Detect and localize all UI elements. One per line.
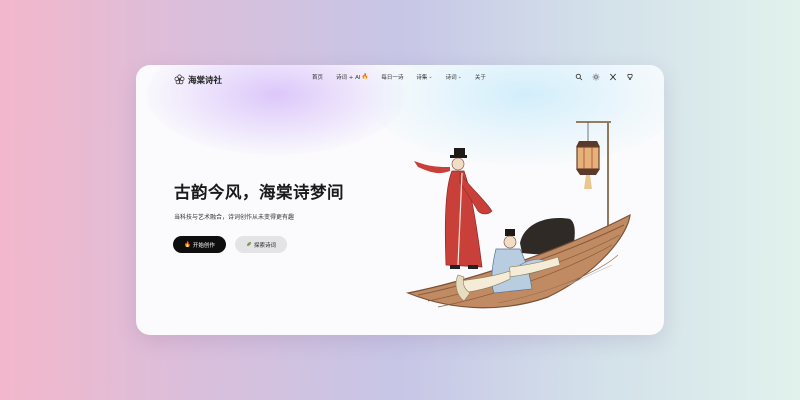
nav-item-label: 关于 [474,75,486,81]
leaf-icon [246,241,252,249]
standing-poet-figure [414,148,493,269]
nav-item-label: 诗词 [445,75,457,81]
hanging-lantern [576,141,600,189]
nav-item-label: 诗词 + AI [336,75,361,81]
top-navigation: 海棠诗社 首页 诗词 + AI 🔥 每日一诗 诗集 ⌄ 诗词 ⌄ 关于 [136,65,664,91]
x-twitter-icon[interactable] [608,72,617,81]
github-icon[interactable] [625,72,634,81]
nav-item-collections[interactable]: 诗集 ⌄ [416,73,432,81]
chevron-down-icon: ⌄ [428,74,433,80]
search-icon[interactable] [574,72,583,81]
poets-on-boat-illustration [405,121,631,309]
start-creating-button[interactable]: 🔥 开始创作 [173,236,226,253]
fire-icon: 🔥 [361,74,369,80]
theme-sun-icon[interactable] [591,72,600,81]
brand-logo[interactable]: 海棠诗社 [174,70,222,89]
nav-item-poetry-ai[interactable]: 诗词 + AI 🔥 [336,73,368,81]
hero-title: 古韵今风，海棠诗梦间 [174,183,344,202]
main-menu: 首页 诗词 + AI 🔥 每日一诗 诗集 ⌄ 诗词 ⌄ 关于 [312,73,486,81]
brand-name: 海棠诗社 [188,75,223,86]
explore-poetry-button[interactable]: 探索诗词 [235,236,287,253]
explore-poetry-label: 探索诗词 [253,242,276,249]
toolbar-icons [574,72,634,81]
start-creating-label: 开始创作 [192,242,215,249]
nav-item-about[interactable]: 关于 [475,73,486,81]
fire-icon: 🔥 [184,241,191,248]
chevron-down-icon: ⌄ [457,74,462,80]
flower-logo-icon [174,70,185,89]
nav-item-home[interactable]: 首页 [312,73,323,81]
hero-card: 海棠诗社 首页 诗词 + AI 🔥 每日一诗 诗集 ⌄ 诗词 ⌄ 关于 古韵今风… [136,65,664,335]
nav-item-label: 每日一诗 [381,75,404,81]
nav-item-label: 诗集 [416,75,428,81]
hero-subtitle: 当科技与艺术融合，诗词创作从未变得更有趣 [174,214,295,221]
nav-item-label: 首页 [312,75,324,81]
nav-item-poems[interactable]: 诗词 ⌄ [446,73,462,81]
nav-item-daily-poem[interactable]: 每日一诗 [381,73,403,81]
